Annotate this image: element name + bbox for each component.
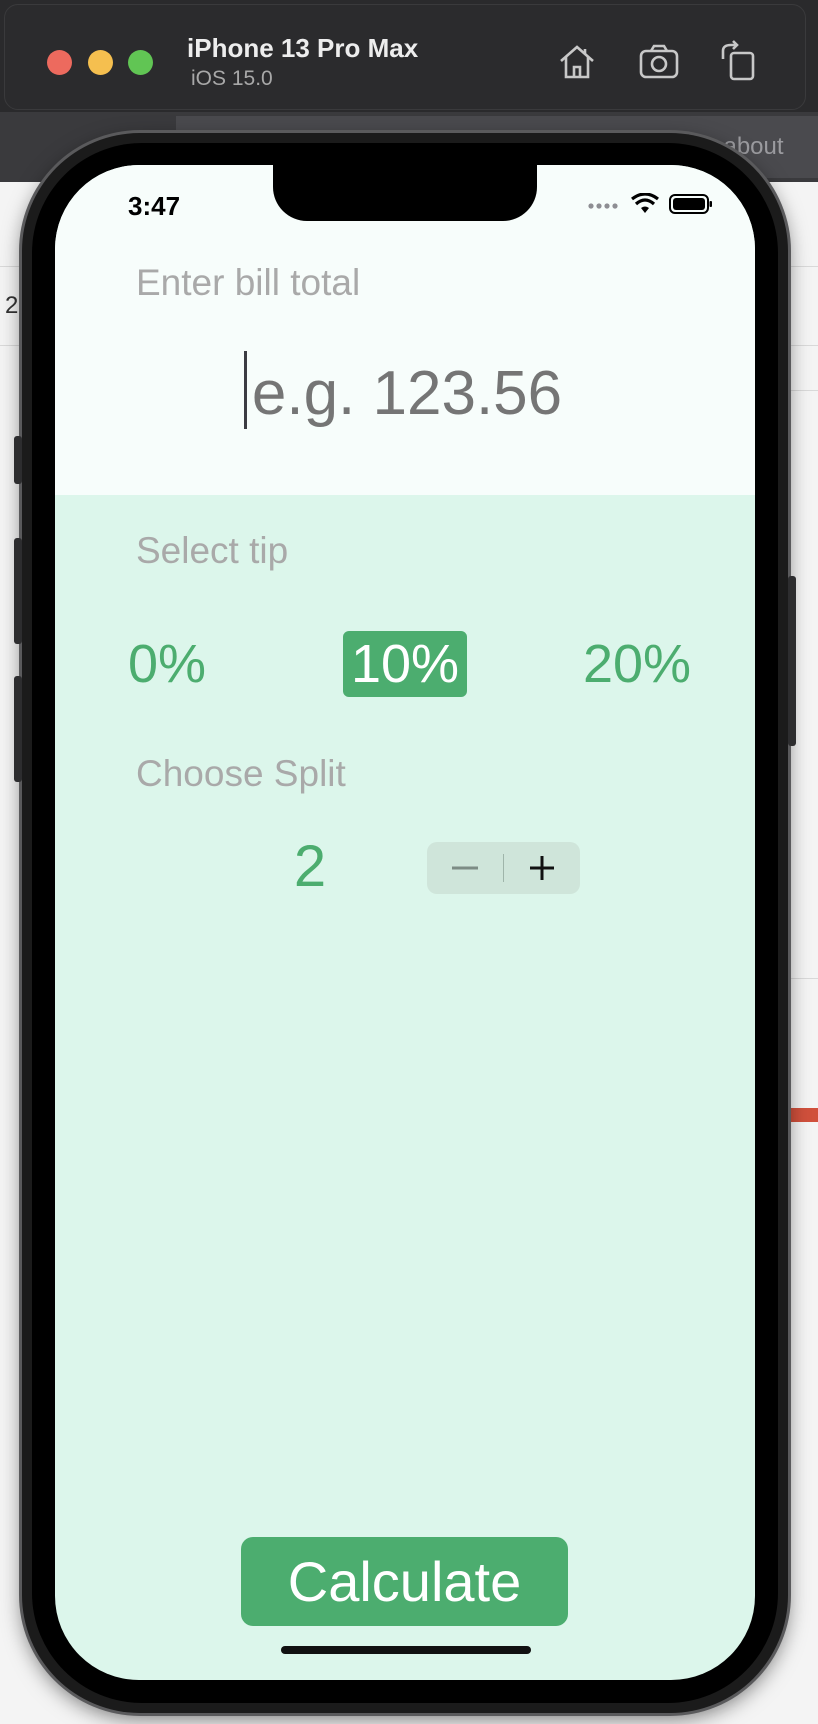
wifi-icon: [631, 192, 659, 220]
minus-icon: [452, 866, 478, 870]
home-indicator: [281, 1646, 531, 1654]
background-line-number: 2: [5, 292, 19, 319]
notch: [273, 165, 537, 221]
simulator-device-name: iPhone 13 Pro Max: [187, 33, 419, 63]
text-cursor: [244, 351, 247, 429]
volume-down-button: [14, 676, 22, 782]
split-label: Choose Split: [136, 753, 346, 794]
tip-20-button[interactable]: 20%: [572, 631, 702, 697]
screenshot-icon[interactable]: [637, 39, 681, 83]
tip-10-button[interactable]: 10%: [343, 631, 467, 697]
battery-icon: [669, 193, 713, 220]
bill-label: Enter bill total: [136, 262, 361, 303]
volume-up-button: [14, 538, 22, 644]
close-window-button[interactable]: [47, 50, 72, 75]
rotate-icon[interactable]: [717, 39, 761, 83]
app-screen: Enter bill total 3:47 Select tip 0% 10% …: [55, 165, 755, 1680]
power-button: [788, 576, 796, 746]
simulator-titlebar: iPhone 13 Pro Max iOS 15.0: [4, 4, 806, 110]
simulator-os-version: iOS 15.0: [191, 67, 273, 90]
decrement-button[interactable]: [427, 842, 503, 894]
calculate-button[interactable]: Calculate: [241, 1537, 568, 1626]
signal-icon: [587, 198, 621, 216]
background-marker: [785, 1108, 818, 1122]
minimize-window-button[interactable]: [88, 50, 113, 75]
tip-label: Select tip: [136, 530, 289, 571]
mute-switch: [14, 436, 22, 484]
status-time: 3:47: [128, 191, 181, 221]
bill-input[interactable]: [195, 347, 619, 439]
plus-icon: [530, 856, 554, 880]
status-icons: [587, 192, 713, 220]
tip-0-button[interactable]: 0%: [112, 631, 222, 697]
home-icon[interactable]: [555, 39, 599, 83]
zoom-window-button[interactable]: [128, 50, 153, 75]
split-stepper[interactable]: [427, 842, 580, 894]
split-value: 2: [293, 834, 327, 899]
increment-button[interactable]: [504, 842, 580, 894]
